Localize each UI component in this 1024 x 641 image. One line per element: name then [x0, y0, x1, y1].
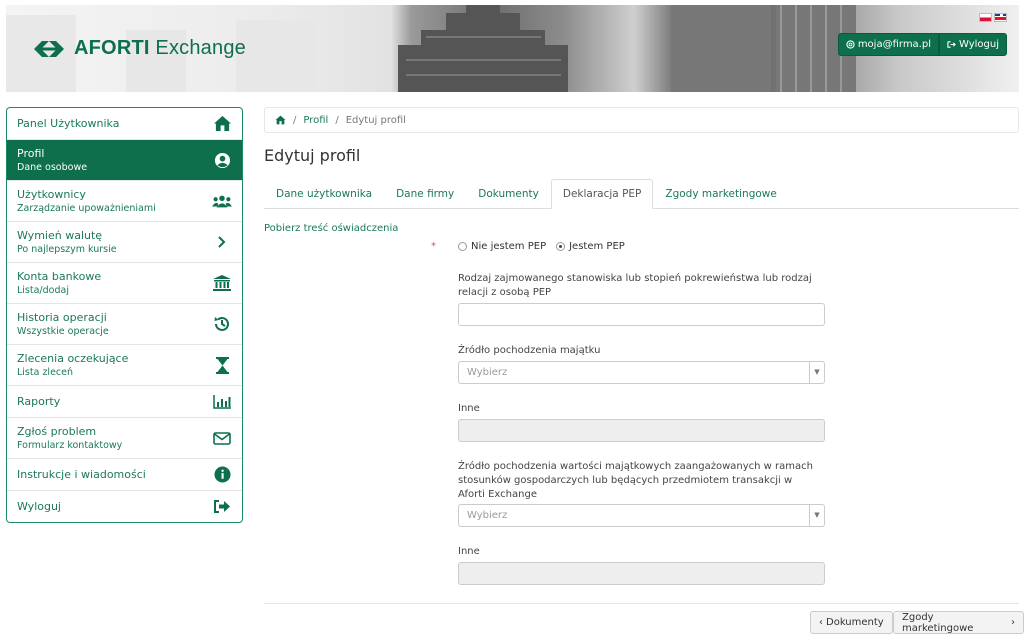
- assets-source-select[interactable]: Wybierz ▼: [458, 504, 825, 527]
- next-marketing-consents-button[interactable]: Zgody marketingowe ›: [893, 611, 1024, 634]
- radio-not-pep[interactable]: Nie jestem PEP: [458, 241, 546, 252]
- header-banner: AFORTI Exchange moja@firma.pl Wyloguj: [6, 5, 1019, 92]
- caret-down-icon: ▼: [809, 505, 824, 526]
- bank-icon: [212, 273, 232, 293]
- home-icon[interactable]: [275, 115, 286, 125]
- required-marker: *: [431, 241, 436, 252]
- bar-chart-icon: [212, 392, 232, 412]
- position-input[interactable]: [458, 303, 825, 326]
- pep-radio-group: Nie jestem PEP Jestem PEP: [458, 241, 625, 252]
- breadcrumb-separator: /: [335, 114, 339, 126]
- wealth-source-select[interactable]: Wybierz ▼: [458, 361, 825, 384]
- english-flag-icon[interactable]: [994, 13, 1007, 22]
- tab-company-data[interactable]: Dane firmy: [384, 179, 466, 208]
- tab-user-data[interactable]: Dane użytkownika: [264, 179, 384, 208]
- sidebar-item-profile[interactable]: Profil Dane osobowe: [7, 140, 242, 181]
- sidebar-item-bank-accounts[interactable]: Konta bankowe Lista/dodaj: [7, 263, 242, 304]
- logo-text: AFORTI Exchange: [74, 37, 246, 59]
- chevron-right-icon: ›: [1011, 617, 1015, 628]
- sidebar-item-exchange[interactable]: Wymień walutę Po najlepszym kursie: [7, 222, 242, 263]
- sidebar-item-pending-orders[interactable]: Zlecenia oczekujące Lista zleceń: [7, 345, 242, 386]
- breadcrumb: / Profil / Edytuj profil: [264, 107, 1019, 133]
- page-title: Edytuj profil: [264, 146, 361, 165]
- other-input-2: [458, 562, 825, 585]
- polish-flag-icon[interactable]: [979, 13, 992, 22]
- radio-not-pep-circle[interactable]: [458, 242, 467, 251]
- prev-documents-button[interactable]: ‹ Dokumenty: [810, 611, 893, 634]
- aforti-logo-icon: [34, 40, 64, 57]
- sidebar-item-users[interactable]: Użytkownicy Zarządzanie upoważnieniami: [7, 181, 242, 222]
- sidebar-item-logout[interactable]: Wyloguj: [7, 491, 242, 522]
- sidebar-menu: Panel Użytkownika Profil Dane osobowe Uż…: [6, 107, 243, 523]
- user-email-button[interactable]: moja@firma.pl: [837, 33, 939, 56]
- other-label-1: Inne: [458, 403, 480, 414]
- sign-out-icon: [212, 497, 232, 517]
- at-icon: [846, 40, 855, 49]
- chevron-right-icon: [212, 232, 232, 252]
- form-divider: [264, 603, 1019, 604]
- users-icon: [212, 191, 232, 211]
- history-icon: [212, 314, 232, 334]
- wealth-source-label: Źródło pochodzenia majątku: [458, 345, 601, 356]
- user-circle-icon: [212, 150, 232, 170]
- info-icon: [212, 465, 232, 485]
- aforti-logo[interactable]: AFORTI Exchange: [32, 37, 246, 60]
- user-button-group: moja@firma.pl Wyloguj: [837, 33, 1007, 56]
- other-label-2: Inne: [458, 546, 480, 557]
- position-label: Rodzaj zajmowanego stanowiska lub stopie…: [458, 273, 812, 298]
- tab-pep-declaration[interactable]: Deklaracja PEP: [550, 179, 654, 209]
- breadcrumb-profile-link[interactable]: Profil: [303, 115, 328, 126]
- sidebar-item-history[interactable]: Historia operacji Wszystkie operacje: [7, 304, 242, 345]
- sign-out-icon: [947, 41, 956, 48]
- header-logout-button[interactable]: Wyloguj: [939, 33, 1007, 56]
- chevron-left-icon: ‹: [819, 617, 823, 628]
- assets-source-label: Źródło pochodzenia wartości majątkowych …: [458, 461, 813, 500]
- breadcrumb-separator: /: [293, 114, 297, 126]
- other-input-1: [458, 419, 825, 442]
- sidebar-item-report-problem[interactable]: Zgłoś problem Formularz kontaktowy: [7, 418, 242, 459]
- language-switcher: [979, 13, 1007, 22]
- tab-documents[interactable]: Dokumenty: [466, 179, 551, 208]
- radio-is-pep-circle[interactable]: [556, 242, 566, 251]
- hourglass-icon: [212, 355, 232, 375]
- sidebar-item-instructions[interactable]: Instrukcje i wiadomości: [7, 459, 242, 491]
- sidebar-item-dashboard[interactable]: Panel Użytkownika: [7, 108, 242, 140]
- tab-marketing-consents[interactable]: Zgody marketingowe: [653, 179, 788, 208]
- download-statement-link[interactable]: Pobierz treść oświadczenia: [264, 223, 398, 234]
- sidebar-item-reports[interactable]: Raporty: [7, 386, 242, 418]
- breadcrumb-current: Edytuj profil: [345, 114, 406, 126]
- envelope-icon: [212, 428, 232, 448]
- caret-down-icon: ▼: [809, 362, 824, 383]
- profile-tabs: Dane użytkownika Dane firmy Dokumenty De…: [264, 179, 1019, 209]
- radio-is-pep[interactable]: Jestem PEP: [556, 241, 625, 252]
- home-icon: [212, 114, 232, 134]
